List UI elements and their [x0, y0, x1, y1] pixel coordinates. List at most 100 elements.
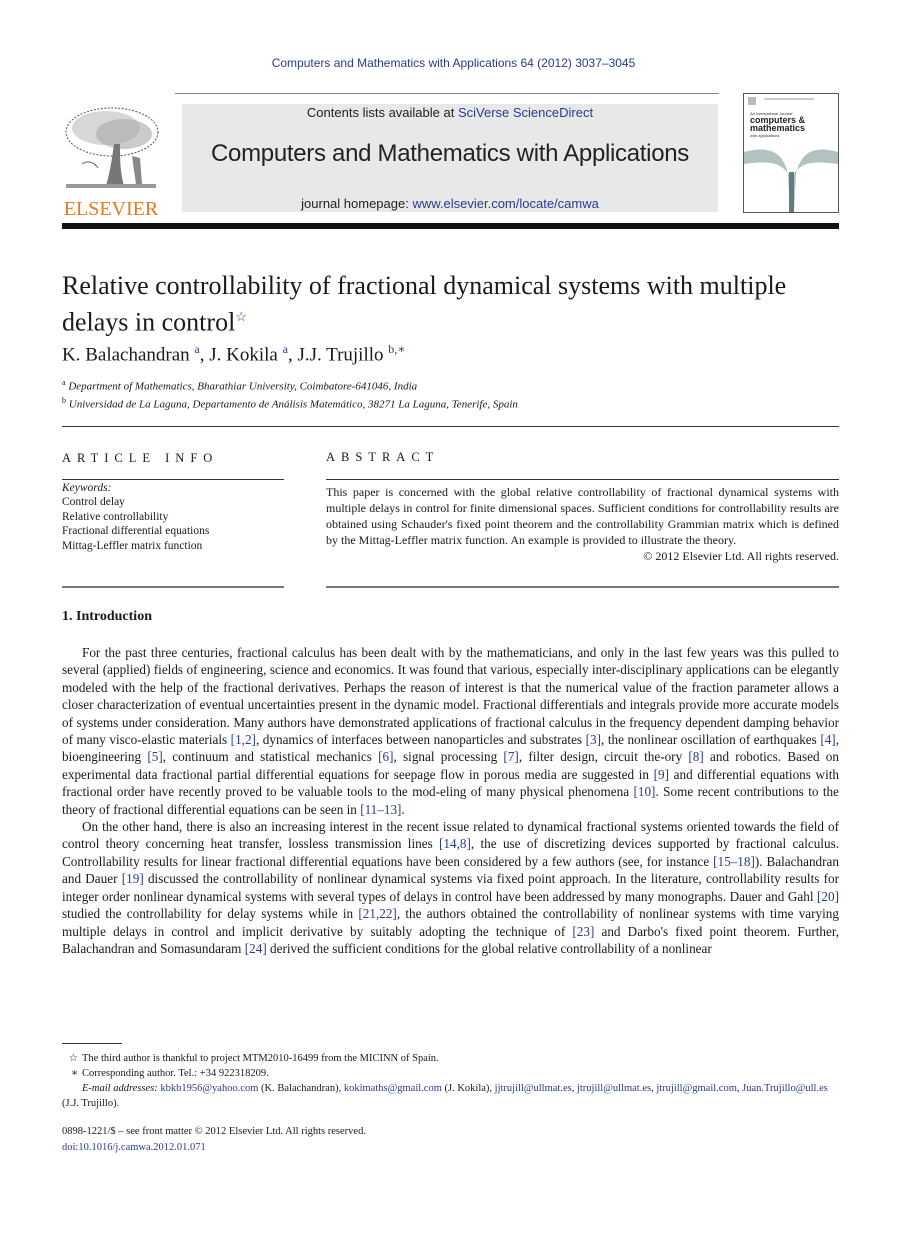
article-info-rule	[62, 479, 284, 480]
citation-link[interactable]: [5]	[147, 749, 162, 764]
asterisk-footnote-mark: ∗	[70, 1068, 78, 1079]
citation-link[interactable]: [1,2]	[231, 732, 256, 747]
keywords-block: Keywords: Control delay Relative control…	[62, 481, 209, 553]
keyword-item: Relative controllability	[62, 510, 169, 523]
email-link[interactable]: kokimaths@gmail.com	[344, 1083, 442, 1094]
body-text-run: , signal processing	[393, 749, 504, 765]
citation-link[interactable]: [14,8]	[439, 836, 471, 851]
body-text-run: , filter design, circuit the-ory	[518, 749, 689, 765]
body-text-run: discussed the controllability of nonline…	[62, 871, 839, 904]
email-link[interactable]: kbkb1956@yahoo.com	[160, 1083, 258, 1094]
author-name: J.J. Trujillo	[297, 344, 384, 366]
email-owner: (J. Kokila),	[441, 1083, 495, 1094]
homepage-prefix: journal homepage:	[301, 196, 413, 211]
journal-cover-thumbnail[interactable]: An International Journal computers & mat…	[743, 93, 839, 213]
citation-link[interactable]: [23]	[572, 924, 594, 939]
doi-link[interactable]: doi:10.1016/j.camwa.2012.01.071	[62, 1142, 206, 1153]
citation-link[interactable]: [11–13]	[360, 802, 401, 817]
email-owner: (K. Balachandran),	[258, 1083, 344, 1094]
cover-line4: with applications	[750, 133, 779, 138]
citation-link[interactable]: [24]	[245, 941, 267, 956]
journal-homepage-link[interactable]: www.elsevier.com/locate/camwa	[412, 196, 598, 211]
section-heading-introduction: 1. Introduction	[62, 609, 152, 624]
affiliation-mark: b	[62, 396, 66, 405]
front-matter: 0898-1221/$ – see front matter © 2012 El…	[62, 1124, 366, 1156]
article-info-bottom-rule	[62, 586, 284, 588]
author-affil-mark[interactable]: a	[283, 342, 288, 356]
footnote-text: The third author is thankful to project …	[82, 1053, 439, 1064]
abstract-heading: ABSTRACT	[326, 450, 440, 464]
title-line-1: Relative controllability of fractional d…	[62, 271, 787, 300]
affiliation-mark: a	[62, 378, 66, 387]
email-label: E-mail addresses:	[82, 1083, 158, 1094]
masthead-divider	[62, 223, 839, 229]
body-text-run: derived the sufficient conditions for th…	[266, 940, 712, 956]
affiliation-b: b Universidad de La Laguna, Departamento…	[62, 396, 518, 411]
citation-link[interactable]: [21,22]	[358, 906, 396, 921]
citation-link[interactable]: [10]	[633, 784, 655, 799]
footnote-emails: E-mail addresses: kbkb1956@yahoo.com (K.…	[62, 1081, 839, 1111]
keyword-item: Fractional differential equations	[62, 525, 210, 538]
elsevier-tree-icon	[62, 104, 160, 192]
affiliation-text: Universidad de La Laguna, Departamento d…	[68, 398, 518, 411]
affiliation-a: a Department of Mathematics, Bharathiar …	[62, 378, 417, 393]
keywords-label: Keywords:	[62, 482, 112, 494]
citation-link[interactable]: [9]	[654, 767, 669, 782]
homepage-line: journal homepage: www.elsevier.com/locat…	[182, 196, 718, 211]
title-line-2: delays in control	[62, 307, 236, 337]
footnote-rule	[62, 1043, 122, 1044]
issn-line: 0898-1221/$ – see front matter © 2012 El…	[62, 1126, 366, 1137]
contents-line: Contents lists available at SciVerse Sci…	[182, 105, 718, 120]
footnotes: ☆ The third author is thankful to project…	[62, 1051, 839, 1111]
citation-link[interactable]: [8]	[688, 749, 703, 764]
author-name: K. Balachandran	[62, 344, 190, 366]
author-affil-mark[interactable]: b,∗	[388, 342, 405, 356]
citation-link[interactable]: [4]	[820, 732, 835, 747]
abstract-rule	[326, 479, 839, 480]
email-link[interactable]: jjtrujill@ullmat.es	[495, 1083, 572, 1094]
elsevier-wordmark: ELSEVIER	[63, 198, 159, 220]
star-footnote-mark: ☆	[68, 1053, 78, 1064]
email-link[interactable]: jtrujill@ullmat.es	[577, 1083, 651, 1094]
journal-title: Computers and Mathematics with Applicati…	[211, 140, 689, 167]
author-name: J. Kokila	[209, 344, 278, 366]
footnote-funding: ☆ The third author is thankful to project…	[62, 1051, 839, 1066]
citation-link[interactable]: [6]	[378, 749, 393, 764]
journal-masthead: Contents lists available at SciVerse Sci…	[182, 104, 718, 212]
abstract-bottom-rule	[326, 586, 839, 588]
journal-citation[interactable]: Computers and Mathematics with Applicati…	[0, 56, 907, 70]
citation-link[interactable]: [7]	[503, 749, 518, 764]
author-list: K. Balachandran a, J. Kokila a, J.J. Tru…	[62, 342, 406, 366]
abstract-text: This paper is concerned with the global …	[326, 485, 839, 547]
title-footnote-mark[interactable]: ☆	[235, 309, 247, 324]
email-list: kbkb1956@yahoo.com (K. Balachandran), ko…	[62, 1083, 828, 1109]
email-link[interactable]: jtrujill@gmail.com	[656, 1083, 737, 1094]
citation-link[interactable]: [15–18]	[713, 854, 755, 869]
body-text-run: , dynamics of interfaces between nanopar…	[255, 732, 586, 748]
keyword-item: Mittag-Leffler matrix function	[62, 539, 203, 552]
cover-line3: mathematics	[750, 123, 805, 133]
author-affil-mark[interactable]: a	[194, 342, 199, 356]
body-text-run: , continuum and statistical mechanics	[162, 749, 379, 765]
citation-link[interactable]: [20]	[817, 889, 839, 904]
header-rule	[175, 93, 719, 94]
affiliation-text: Department of Mathematics, Bharathiar Un…	[68, 380, 418, 393]
body-text-run: .	[401, 801, 405, 817]
body-paragraph: On the other hand, there is also an incr…	[62, 818, 839, 957]
abstract-copyright: © 2012 Elsevier Ltd. All rights reserved…	[643, 549, 839, 563]
body-text-run: studied the controllability for delay sy…	[62, 906, 359, 922]
cover-art: An International Journal computers & mat…	[744, 97, 838, 212]
contents-prefix: Contents lists available at	[306, 105, 458, 120]
elsevier-logo[interactable]: ELSEVIER	[62, 104, 160, 219]
abstract-body: This paper is concerned with the global …	[326, 484, 839, 564]
footnote-text: Corresponding author. Tel.: +34 92231820…	[82, 1068, 269, 1079]
sciencedirect-link[interactable]: SciVerse ScienceDirect	[458, 105, 593, 120]
email-owner: (J.J. Trujillo).	[62, 1098, 120, 1109]
keyword-item: Control delay	[62, 496, 125, 509]
body-paragraph: For the past three centuries, fractional…	[62, 644, 839, 818]
introduction-body: For the past three centuries, fractional…	[62, 644, 839, 957]
email-link[interactable]: Juan.Trujillo@ull.es	[742, 1083, 828, 1094]
citation-link[interactable]: [3]	[586, 732, 601, 747]
article-info-heading: ARTICLE INFO	[62, 451, 219, 465]
citation-link[interactable]: [19]	[122, 871, 144, 886]
